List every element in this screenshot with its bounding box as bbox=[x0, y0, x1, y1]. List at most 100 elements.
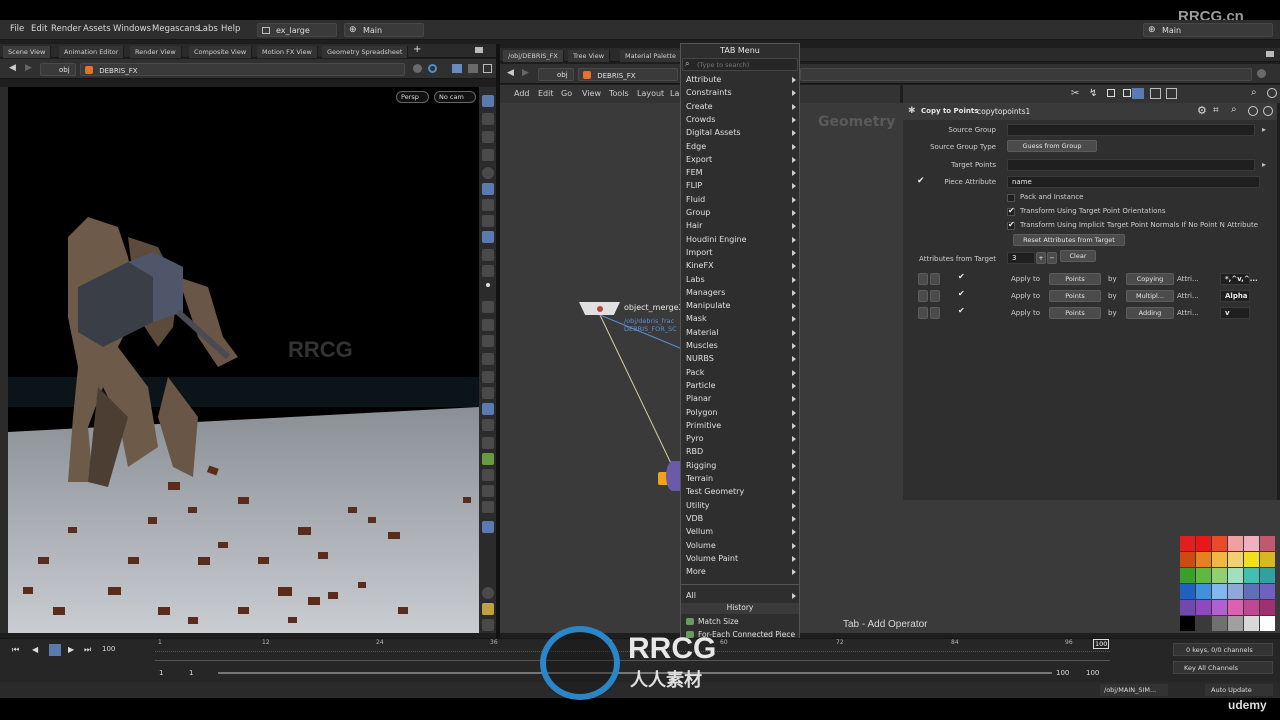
row-attribute-pattern[interactable]: Alpha bbox=[1220, 290, 1250, 302]
attrs-from-target-field[interactable]: 3 bbox=[1007, 252, 1035, 264]
remove-row-button[interactable] bbox=[918, 307, 928, 319]
tab-scene-view[interactable]: Scene View bbox=[3, 46, 52, 58]
ng-menu-labs[interactable]: La bbox=[670, 89, 679, 98]
source-group-field[interactable] bbox=[1007, 124, 1255, 136]
wire-icon[interactable] bbox=[482, 419, 494, 431]
tab-menu-item[interactable]: VDB bbox=[686, 514, 703, 523]
tab-menu-item[interactable]: KineFX bbox=[686, 261, 714, 270]
tools-icon[interactable]: ✂ bbox=[1071, 88, 1079, 99]
color-swatch[interactable] bbox=[1212, 568, 1227, 583]
row-mode-dropdown[interactable]: Multipl... bbox=[1126, 290, 1174, 302]
transform-orient-checkbox[interactable] bbox=[1007, 206, 1015, 216]
layout-b-icon[interactable] bbox=[1150, 88, 1161, 99]
color-swatch[interactable] bbox=[1180, 552, 1195, 567]
ng-menu-layout[interactable]: Layout bbox=[637, 89, 664, 98]
color-swatch[interactable] bbox=[1196, 600, 1211, 615]
copy-icon[interactable] bbox=[1123, 89, 1131, 97]
left-path-root[interactable]: obj bbox=[40, 63, 76, 76]
history-item[interactable]: Match Size bbox=[698, 617, 739, 626]
ng-menu-edit[interactable]: Edit bbox=[538, 89, 554, 98]
tab-network-editor[interactable]: /obj/DEBRIS_FX bbox=[503, 50, 564, 62]
tab-menu-item[interactable]: Create bbox=[686, 102, 713, 111]
background-icon[interactable] bbox=[482, 521, 494, 533]
tab-menu-item[interactable]: Edge bbox=[686, 142, 706, 151]
row-attribute-pattern[interactable]: *,^v,^... bbox=[1220, 273, 1258, 285]
insert-row-button[interactable] bbox=[930, 307, 940, 319]
color-swatch[interactable] bbox=[1212, 584, 1227, 599]
menu-render[interactable]: Render bbox=[51, 24, 81, 34]
tab-menu-item[interactable]: Vellum bbox=[686, 527, 713, 536]
bypass-icon[interactable]: ↯ bbox=[1089, 88, 1097, 99]
tab-animation-editor[interactable]: Animation Editor bbox=[59, 46, 125, 58]
color-swatch[interactable] bbox=[1244, 552, 1259, 567]
tab-menu-search[interactable]: ⌕ (Type to search) bbox=[682, 58, 798, 71]
color-swatch[interactable] bbox=[1196, 536, 1211, 551]
template-icon[interactable] bbox=[482, 437, 494, 449]
tab-menu-item[interactable]: Pyro bbox=[686, 434, 704, 443]
menu-labs[interactable]: Labs bbox=[198, 24, 218, 34]
color-swatch[interactable] bbox=[1212, 600, 1227, 615]
tab-menu-item[interactable]: More bbox=[686, 567, 706, 576]
grid-icon[interactable] bbox=[482, 231, 494, 243]
tab-menu-item[interactable]: Material bbox=[686, 328, 719, 337]
end-frame-1[interactable]: 100 bbox=[1056, 669, 1069, 677]
color-swatch[interactable] bbox=[1260, 536, 1275, 551]
menu-assets[interactable]: Assets bbox=[83, 24, 111, 34]
tab-menu-item[interactable]: Mask bbox=[686, 314, 707, 323]
scale-icon[interactable] bbox=[482, 469, 494, 481]
play-icon[interactable]: ▶ bbox=[68, 645, 74, 654]
display-icon[interactable] bbox=[468, 64, 478, 73]
right-forward-icon[interactable]: ▶ bbox=[522, 68, 529, 78]
color-swatch[interactable] bbox=[1260, 600, 1275, 615]
add-multiparm-button[interactable]: + bbox=[1036, 252, 1046, 264]
color-icon[interactable] bbox=[482, 453, 494, 465]
right-pane-menu-icon[interactable] bbox=[1266, 51, 1274, 57]
playhead-marker[interactable]: 100 bbox=[1093, 639, 1110, 649]
row-mode-dropdown[interactable]: Copying bbox=[1126, 273, 1174, 285]
color-swatch[interactable] bbox=[1212, 536, 1227, 551]
color-swatch[interactable] bbox=[1260, 616, 1275, 631]
tab-menu-item[interactable]: Digital Assets bbox=[686, 128, 741, 137]
forward-icon[interactable]: ▶ bbox=[25, 63, 32, 73]
color-swatch[interactable] bbox=[1180, 616, 1195, 631]
auto-update-dropdown[interactable]: Auto Update bbox=[1205, 684, 1273, 696]
back-icon[interactable]: ◀ bbox=[9, 63, 16, 73]
color-swatch[interactable] bbox=[1244, 536, 1259, 551]
param-help-icon[interactable] bbox=[1267, 88, 1277, 98]
target-points-field[interactable] bbox=[1007, 159, 1255, 171]
left-path-node[interactable]: DEBRIS_FX bbox=[80, 63, 405, 76]
persp-dropdown[interactable]: Persp bbox=[396, 91, 429, 103]
desktop-dropdown[interactable]: ex_large bbox=[257, 23, 337, 37]
pack-instance-checkbox[interactable] bbox=[1007, 194, 1015, 202]
ng-menu-tools[interactable]: Tools bbox=[609, 89, 629, 98]
row-apply-to-dropdown[interactable]: Points bbox=[1049, 273, 1101, 285]
add-tab-icon[interactable]: + bbox=[413, 44, 421, 55]
snapshot-icon[interactable] bbox=[482, 265, 494, 277]
color-swatch[interactable] bbox=[1244, 600, 1259, 615]
piece-attribute-field[interactable]: name bbox=[1007, 176, 1260, 188]
insert-row-button[interactable] bbox=[930, 290, 940, 302]
tab-composite-view[interactable]: Composite View bbox=[189, 46, 253, 58]
tab-menu-item[interactable]: Test Geometry bbox=[686, 487, 744, 496]
tab-menu-item[interactable]: Attribute bbox=[686, 75, 721, 84]
jump-start-icon[interactable]: ⏮ bbox=[12, 645, 19, 655]
hscript-icon[interactable]: ⌗ bbox=[1213, 105, 1219, 116]
tab-menu-all[interactable]: All bbox=[686, 591, 696, 600]
pane-menu-icon[interactable] bbox=[475, 47, 483, 53]
snap-icon[interactable] bbox=[452, 64, 462, 73]
color-swatch[interactable] bbox=[1228, 584, 1243, 599]
tab-menu-item[interactable]: Utility bbox=[686, 501, 710, 510]
lock-icon[interactable] bbox=[482, 131, 494, 143]
tab-menu-item[interactable]: NURBS bbox=[686, 354, 714, 363]
node-name-field[interactable]: copytopoints1 bbox=[975, 105, 1185, 118]
tab-menu-item[interactable]: Hair bbox=[686, 221, 702, 230]
tab-geometry-spreadsheet[interactable]: Geometry Spreadsheet bbox=[322, 46, 409, 58]
tab-menu-item[interactable]: Volume Paint bbox=[686, 554, 738, 563]
zoom-icon[interactable]: ⌕ bbox=[1231, 104, 1237, 115]
tab-menu-item[interactable]: Labs bbox=[686, 275, 705, 284]
color-swatch[interactable] bbox=[1244, 616, 1259, 631]
select-tool-icon[interactable] bbox=[482, 95, 494, 107]
right-back-icon[interactable]: ◀ bbox=[507, 68, 514, 78]
display-mode-icon[interactable] bbox=[482, 403, 494, 415]
color-swatch[interactable] bbox=[1260, 552, 1275, 567]
